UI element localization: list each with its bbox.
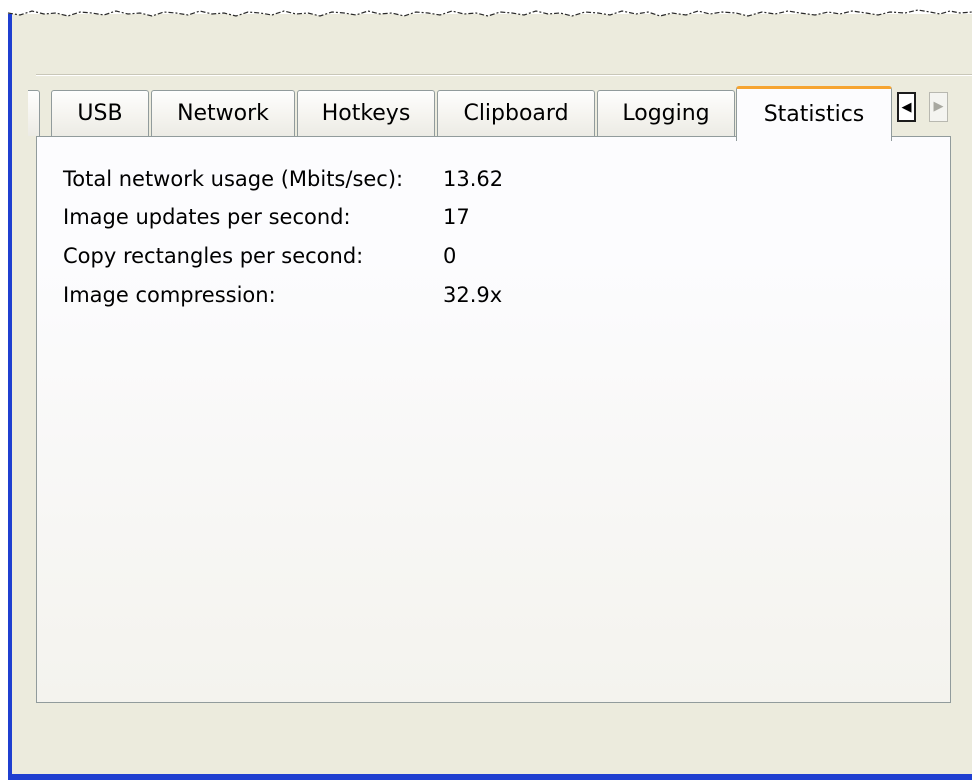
tab-usb[interactable]: USB bbox=[51, 90, 149, 136]
stats-value: 17 bbox=[443, 205, 470, 229]
tab-network[interactable]: Network bbox=[151, 90, 295, 136]
torn-screenshot-edge bbox=[0, 0, 972, 17]
statistics-tab-page: Total network usage (Mbits/sec): 13.62 I… bbox=[36, 136, 951, 703]
tab-hotkeys[interactable]: Hotkeys bbox=[297, 90, 435, 136]
stats-label: Image updates per second: bbox=[63, 205, 351, 229]
triangle-right-icon: ▶ bbox=[933, 99, 944, 114]
tab-logging[interactable]: Logging bbox=[597, 90, 735, 136]
stats-value: 0 bbox=[443, 244, 457, 268]
tab-clipboard[interactable]: Clipboard bbox=[437, 90, 595, 136]
tab-scroll-right-button[interactable]: ▶ bbox=[929, 92, 948, 122]
stats-label: Copy rectangles per second: bbox=[63, 244, 364, 268]
stats-label: Total network usage (Mbits/sec): bbox=[63, 167, 404, 191]
window-border-bottom bbox=[8, 774, 972, 780]
tab-statistics[interactable]: Statistics bbox=[736, 86, 892, 141]
stats-label: Image compression: bbox=[63, 283, 276, 307]
tab-scroll-left-button[interactable]: ◀ bbox=[897, 92, 916, 122]
separator-line-highlight bbox=[36, 75, 972, 76]
stats-value: 13.62 bbox=[443, 167, 504, 191]
stats-value: 32.9x bbox=[443, 283, 503, 307]
triangle-left-icon: ◀ bbox=[901, 100, 912, 115]
tab-partial-hidden[interactable] bbox=[28, 90, 40, 136]
window-border-left bbox=[8, 14, 12, 780]
